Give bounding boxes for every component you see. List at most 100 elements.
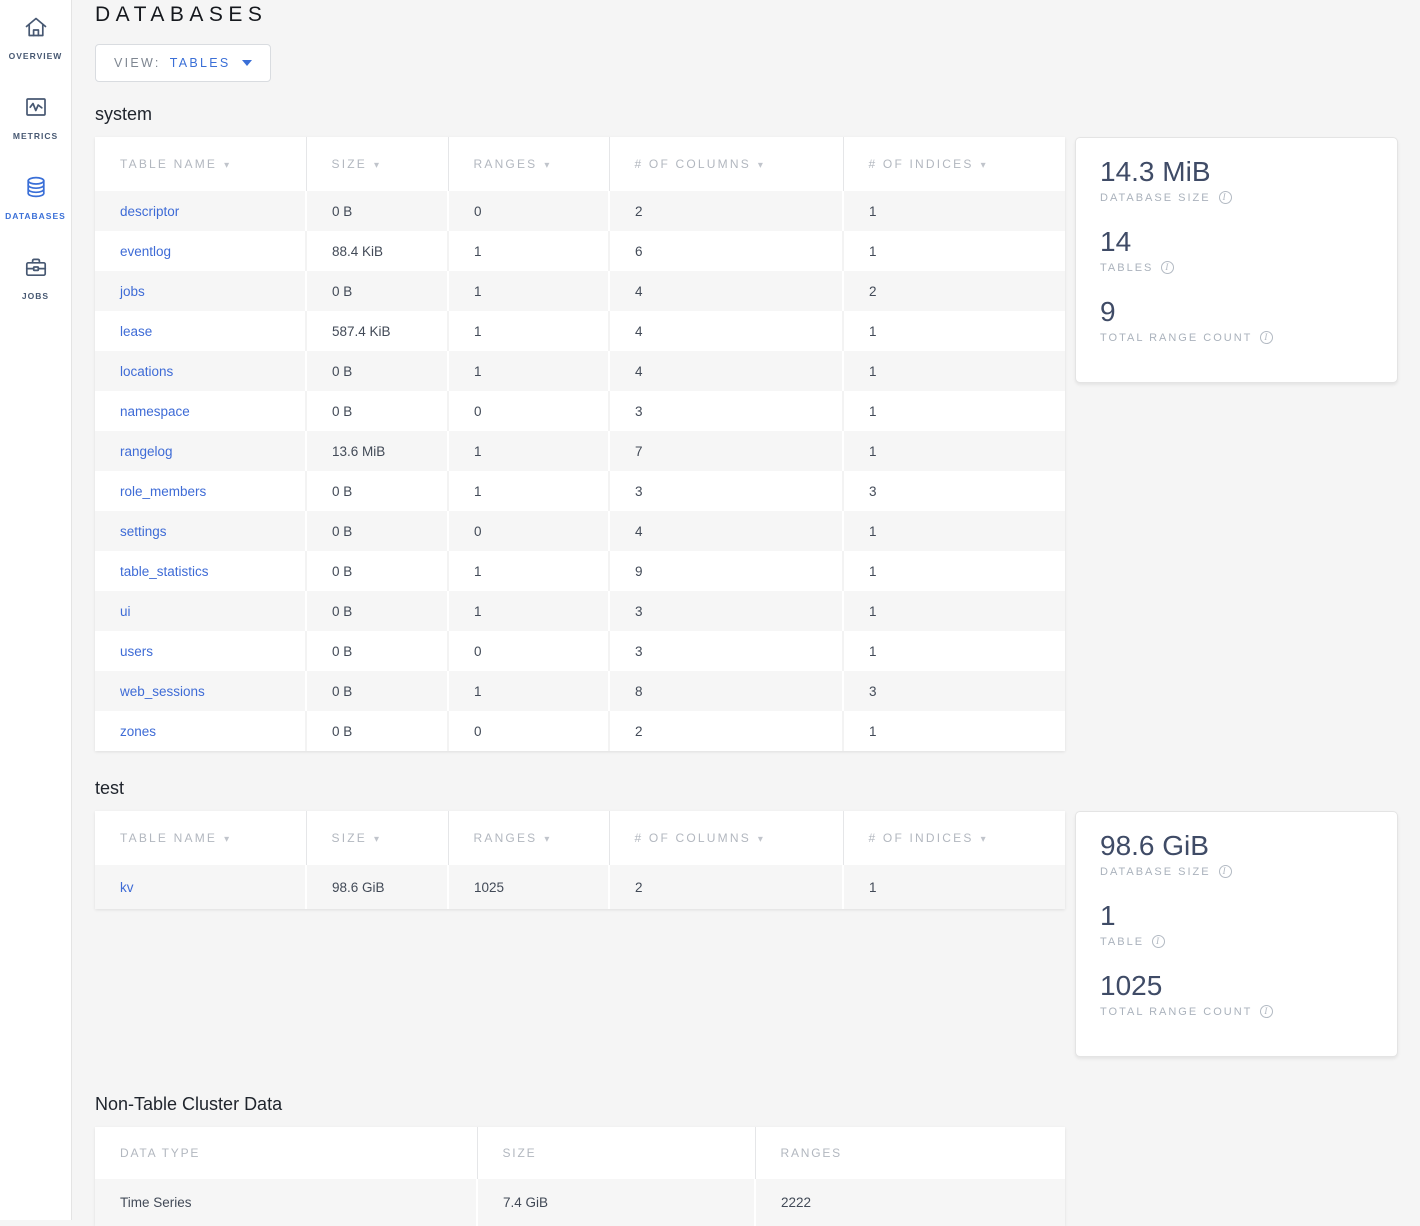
table-row: Time Series7.4 GiB2222 <box>95 1179 1065 1226</box>
table-cell: 1 <box>843 231 1065 271</box>
table-cell: 0 B <box>306 271 448 311</box>
stat-label: TOTAL RANGE COUNT <box>1100 1006 1252 1018</box>
table-cell: 1 <box>448 231 609 271</box>
table-name-link[interactable]: settings <box>120 524 167 539</box>
info-icon[interactable]: i <box>1260 1005 1273 1018</box>
table-name-link[interactable]: eventlog <box>120 244 171 259</box>
table-name-link[interactable]: ui <box>120 604 131 619</box>
table-cell: 587.4 KiB <box>306 311 448 351</box>
sidebar-item-label: OVERVIEW <box>9 51 63 61</box>
sidebar-item-jobs[interactable]: JOBS <box>0 246 71 326</box>
table-name-link[interactable]: locations <box>120 364 173 379</box>
table-cell: 0 B <box>306 591 448 631</box>
table-cell: 1 <box>843 351 1065 391</box>
table-name-link[interactable]: users <box>120 644 153 659</box>
table-name-link[interactable]: rangelog <box>120 444 173 459</box>
table-cell: web_sessions <box>95 671 306 711</box>
view-selector-dropdown[interactable]: VIEW: TABLES <box>95 44 271 82</box>
column-header-size[interactable]: SIZE▾ <box>306 811 448 865</box>
stat-value: 9 <box>1100 295 1373 328</box>
column-header--of-columns[interactable]: # OF COLUMNS▾ <box>609 811 843 865</box>
home-icon <box>23 14 49 45</box>
table-cell: 0 <box>448 631 609 671</box>
info-icon[interactable]: i <box>1161 261 1174 274</box>
sort-arrow-icon: ▾ <box>981 834 986 845</box>
table-cell: 1 <box>448 471 609 511</box>
column-header--of-indices[interactable]: # OF INDICES▾ <box>843 137 1065 191</box>
table-row: ui0 B131 <box>95 591 1065 631</box>
table-cell: rangelog <box>95 431 306 471</box>
table-cell: 1 <box>448 351 609 391</box>
non-table-heading: Non-Table Cluster Data <box>95 1094 1420 1115</box>
stat-label: TABLES <box>1100 262 1153 274</box>
table-cell: 3 <box>609 471 843 511</box>
table-cell: 1 <box>843 191 1065 231</box>
table-name-link[interactable]: zones <box>120 724 156 739</box>
table-cell: 13.6 MiB <box>306 431 448 471</box>
table-cell: 2222 <box>755 1179 1065 1226</box>
table-cell: 1025 <box>448 865 609 909</box>
table-cell: 2 <box>609 711 843 751</box>
database-summary-card: 98.6 GiB DATABASE SIZEi 1 TABLEi 1025 TO… <box>1075 811 1398 1057</box>
table-cell: 1 <box>448 311 609 351</box>
metrics-icon <box>23 94 49 125</box>
table-row: locations0 B141 <box>95 351 1065 391</box>
sort-arrow-icon: ▾ <box>758 834 763 845</box>
info-icon[interactable]: i <box>1152 935 1165 948</box>
table-name-link[interactable]: role_members <box>120 484 206 499</box>
sidebar-item-label: JOBS <box>22 291 49 301</box>
column-header-ranges[interactable]: RANGES▾ <box>448 137 609 191</box>
table-cell: locations <box>95 351 306 391</box>
table-row: rangelog13.6 MiB171 <box>95 431 1065 471</box>
table-cell: 1 <box>448 271 609 311</box>
table-count-stat: 14 TABLES i <box>1100 225 1373 274</box>
table-cell: 1 <box>843 511 1065 551</box>
table-row: role_members0 B133 <box>95 471 1065 511</box>
table-cell: namespace <box>95 391 306 431</box>
table-name-link[interactable]: lease <box>120 324 152 339</box>
table-cell: 1 <box>843 711 1065 751</box>
table-cell: table_statistics <box>95 551 306 591</box>
column-header-size: SIZE <box>477 1127 755 1179</box>
table-cell: kv <box>95 865 306 909</box>
table-cell: 7 <box>609 431 843 471</box>
table-cell: 0 B <box>306 471 448 511</box>
column-header-table-name[interactable]: TABLE NAME▾ <box>95 811 306 865</box>
table-cell: 0 <box>448 191 609 231</box>
table-cell: 1 <box>843 391 1065 431</box>
sidebar: OVERVIEW METRICS DATABASES <box>0 0 72 1220</box>
stat-label: DATABASE SIZE <box>1100 192 1211 204</box>
table-cell: ui <box>95 591 306 631</box>
table-name-link[interactable]: descriptor <box>120 204 179 219</box>
column-header--of-indices[interactable]: # OF INDICES▾ <box>843 811 1065 865</box>
sort-arrow-icon: ▾ <box>224 160 229 171</box>
column-header-table-name[interactable]: TABLE NAME▾ <box>95 137 306 191</box>
sort-arrow-icon: ▾ <box>981 160 986 171</box>
table-cell: 2 <box>609 191 843 231</box>
table-cell: 2 <box>843 271 1065 311</box>
info-icon[interactable]: i <box>1219 865 1232 878</box>
info-icon[interactable]: i <box>1219 191 1232 204</box>
sidebar-item-databases[interactable]: DATABASES <box>0 166 71 246</box>
sidebar-item-overview[interactable]: OVERVIEW <box>0 6 71 86</box>
database-section-system: system TABLE NAME▾SIZE▾RANGES▾# OF COLUM… <box>95 104 1420 751</box>
table-name-link[interactable]: kv <box>120 880 134 895</box>
column-header-ranges[interactable]: RANGES▾ <box>448 811 609 865</box>
column-header--of-columns[interactable]: # OF COLUMNS▾ <box>609 137 843 191</box>
table-cell: settings <box>95 511 306 551</box>
table-cell: 1 <box>843 631 1065 671</box>
column-header-size[interactable]: SIZE▾ <box>306 137 448 191</box>
table-name-link[interactable]: web_sessions <box>120 684 205 699</box>
test-tables-table: TABLE NAME▾SIZE▾RANGES▾# OF COLUMNS▾# OF… <box>95 811 1065 909</box>
table-row: kv98.6 GiB102521 <box>95 865 1065 909</box>
table-name-link[interactable]: namespace <box>120 404 190 419</box>
stat-value: 14 <box>1100 225 1373 258</box>
range-count-stat: 1025 TOTAL RANGE COUNTi <box>1100 969 1373 1018</box>
view-selector-value: TABLES <box>170 56 231 70</box>
info-icon[interactable]: i <box>1260 331 1273 344</box>
table-name-link[interactable]: table_statistics <box>120 564 209 579</box>
database-size-stat: 98.6 GiB DATABASE SIZEi <box>1100 829 1373 878</box>
table-cell: 1 <box>448 431 609 471</box>
table-name-link[interactable]: jobs <box>120 284 145 299</box>
sidebar-item-metrics[interactable]: METRICS <box>0 86 71 166</box>
